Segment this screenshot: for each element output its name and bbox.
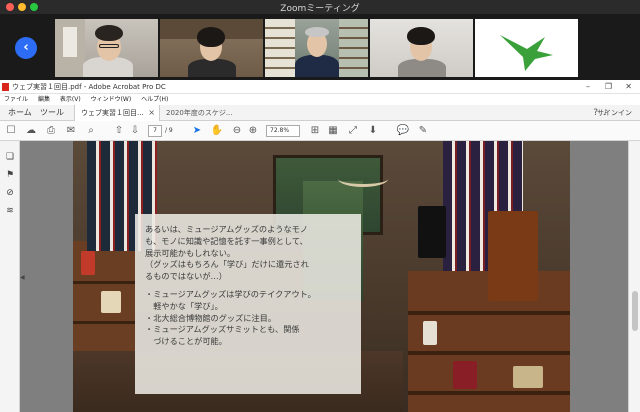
print-icon[interactable]: ⎙	[44, 124, 58, 138]
acrobat-toolbar: ☐ ☁ ⎙ ✉ ⌕ ⇧ ⇩ 7 / 9 ➤ ✋ ⊖ ⊕ 72.8% ⊞ ▦ ⤢ …	[0, 121, 640, 141]
search-icon[interactable]: ⌕	[84, 124, 98, 138]
left-navigation-rail: ❏ ⚑ ⊘ ≋	[0, 141, 20, 412]
zoom-titlebar: Zoomミーティング	[0, 0, 640, 14]
menu-file[interactable]: ファイル	[4, 96, 28, 103]
page-up-icon[interactable]: ⇧	[112, 124, 126, 138]
signin-link[interactable]: サインイン	[591, 105, 638, 121]
acrobat-titlebar: ウェブ実習１回目.pdf - Adobe Acrobat Pro DC – ❐ …	[0, 80, 640, 94]
participant-tile-1[interactable]	[55, 19, 158, 77]
current-page-input[interactable]: 7	[148, 125, 162, 137]
previous-participants-button[interactable]: ‹	[15, 37, 37, 59]
acrobat-window: ウェブ実習１回目.pdf - Adobe Acrobat Pro DC – ❐ …	[0, 80, 640, 412]
slide-bullet-continuation: づけることが可能。	[145, 336, 227, 347]
tab-home[interactable]: ホーム	[2, 105, 38, 121]
participant-tile-4[interactable]	[370, 19, 473, 77]
tab-document-1[interactable]: ウェブ実習１回目... ×	[74, 105, 160, 121]
slide-text-line: （グッズはもちろん「学び」だけに還元され	[145, 259, 309, 270]
slide-bullet: ・北大総合博物館のグッズに注目。	[145, 312, 277, 323]
slide-bullet: ・ミュージアムグッズサミットとも、関係	[145, 324, 300, 335]
menu-edit[interactable]: 編集	[38, 96, 50, 103]
slide-text-card: あるいは、ミュージアムグッズのようなモノ も、モノに知識や記憶を託す一事例として…	[135, 214, 361, 394]
minimize-icon[interactable]: –	[586, 80, 590, 94]
participant-video-strip: ‹	[0, 14, 640, 80]
slide-bullet: ・ミュージアムグッズは学びのテイクアウト。	[145, 288, 316, 299]
antler-chandelier	[338, 171, 388, 187]
select-arrow-icon[interactable]: ➤	[190, 124, 204, 138]
menu-window[interactable]: ウィンドウ(W)	[91, 96, 132, 103]
scrollbar-thumb[interactable]	[632, 291, 638, 331]
bookmark-icon[interactable]: ⚑	[4, 169, 16, 181]
upload-icon[interactable]: ☁	[24, 124, 38, 138]
acrobat-menubar: ファイル 編集 表示(V) ウィンドウ(W) ヘルプ(H)	[0, 94, 640, 105]
tab-tools[interactable]: ツール	[34, 105, 70, 121]
hand-icon[interactable]: ✋	[210, 124, 224, 138]
zoom-out-icon[interactable]: ⊖	[230, 124, 244, 138]
close-icon[interactable]: ✕	[625, 80, 632, 94]
slide-text-line: 展示可能かもしれない。	[145, 247, 236, 258]
expand-left-panel-icon[interactable]: ◀	[20, 274, 25, 281]
acrobat-tabbar: ホーム ツール ウェブ実習１回目... × 2020年度のスケジ... ? ♪ …	[0, 105, 640, 121]
slide-bullet-continuation: 軽やかな「学び」。	[145, 300, 223, 311]
slide-text-line: るものではないが…）	[145, 271, 227, 282]
pages-panel-icon[interactable]: ❏	[4, 151, 16, 163]
bird-logo-icon	[500, 35, 553, 71]
fit-page-icon[interactable]: ⊞	[308, 124, 322, 138]
slide-text-line: あるいは、ミュージアムグッズのようなモノ	[145, 224, 309, 234]
zoom-window-title: Zoomミーティング	[280, 4, 360, 14]
participant-tile-3[interactable]	[265, 19, 368, 77]
menu-help[interactable]: ヘルプ(H)	[141, 96, 168, 103]
tab-document-1-label: ウェブ実習１回目...	[81, 109, 144, 117]
menu-view[interactable]: 表示(V)	[60, 96, 81, 103]
save-icon[interactable]: ☐	[4, 124, 18, 138]
restore-icon[interactable]: ❐	[605, 80, 612, 94]
tab-document-2[interactable]: 2020年度のスケジ...	[160, 105, 256, 121]
participant-tile-5[interactable]	[475, 19, 578, 77]
page-down-icon[interactable]: ⇩	[128, 124, 142, 138]
pen-icon[interactable]: ✎	[416, 124, 430, 138]
fullscreen-icon[interactable]: ⤢	[346, 124, 360, 138]
scroll-mode-icon[interactable]: ▦	[326, 124, 340, 138]
document-viewport[interactable]: ❏ ⚑ ⊘ ≋ ◀ あるいは、ミュージアムグッズのようなモノ も、モノに知識や記…	[0, 141, 640, 412]
acrobat-window-title: ウェブ実習１回目.pdf - Adobe Acrobat Pro DC	[12, 83, 166, 91]
comment-icon[interactable]: 💬	[396, 124, 410, 138]
pdf-slide-page: あるいは、ミュージアムグッズのようなモノ も、モノに知識や記憶を託す一事例として…	[73, 141, 570, 412]
pdf-file-icon	[2, 83, 9, 91]
right-scrollbar[interactable]	[628, 141, 640, 412]
download-icon[interactable]: ⬇	[366, 124, 380, 138]
attachment-icon[interactable]: ⊘	[4, 187, 16, 199]
layers-icon[interactable]: ≋	[4, 205, 16, 217]
close-tab-icon[interactable]: ×	[148, 105, 155, 121]
slide-text-line: も、モノに知識や記憶を託す一事例として、	[145, 235, 308, 246]
participant-tile-2[interactable]	[160, 19, 263, 77]
mail-icon[interactable]: ✉	[64, 124, 78, 138]
zoom-level-select[interactable]: 72.8%	[266, 125, 300, 137]
total-pages: / 9	[165, 127, 173, 134]
zoom-in-icon[interactable]: ⊕	[246, 124, 260, 138]
